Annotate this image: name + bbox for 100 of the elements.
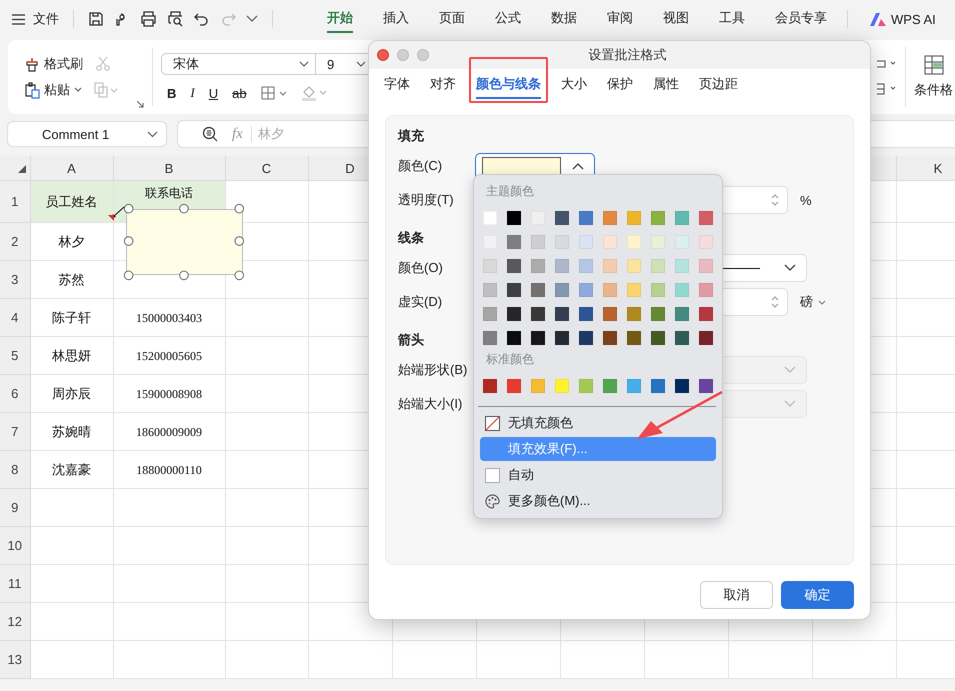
color-swatch[interactable] [675, 259, 689, 273]
color-swatch[interactable] [651, 235, 665, 249]
stepper-icon[interactable] [771, 192, 779, 208]
menu-item[interactable]: 自动 [480, 463, 716, 487]
color-swatch[interactable] [675, 379, 689, 393]
color-swatch[interactable] [579, 259, 593, 273]
unit-dropdown[interactable]: 磅 [800, 293, 826, 311]
color-swatch[interactable] [699, 211, 713, 225]
color-swatch[interactable] [579, 379, 593, 393]
row-header[interactable]: 4 [0, 298, 30, 336]
ribbon-tab[interactable]: 公式 [495, 5, 521, 33]
print-preview-icon[interactable] [167, 11, 184, 27]
format-button[interactable]: ab [232, 86, 247, 100]
color-swatch[interactable] [507, 379, 521, 393]
resize-handle[interactable] [234, 204, 244, 214]
close-button[interactable] [377, 49, 389, 61]
color-swatch[interactable] [507, 331, 521, 345]
column-header[interactable]: A [30, 156, 113, 180]
color-swatch[interactable] [507, 283, 521, 297]
dialog-tab[interactable]: 对齐 [430, 75, 456, 99]
color-swatch[interactable] [507, 235, 521, 249]
caret-icon[interactable] [246, 15, 258, 23]
color-swatch[interactable] [627, 259, 641, 273]
ribbon-tab[interactable]: 插入 [383, 5, 409, 33]
color-swatch[interactable] [483, 283, 497, 297]
color-swatch[interactable] [651, 379, 665, 393]
menu-item[interactable]: 更多颜色(M)... [480, 489, 716, 513]
color-swatch[interactable] [627, 235, 641, 249]
color-swatch[interactable] [627, 211, 641, 225]
save-icon[interactable] [88, 11, 104, 27]
color-swatch[interactable] [651, 331, 665, 345]
row-header[interactable]: 10 [0, 526, 30, 564]
file-menu[interactable]: 文件 [33, 10, 59, 28]
color-swatch[interactable] [483, 307, 497, 321]
color-swatch[interactable] [627, 331, 641, 345]
color-swatch[interactable] [603, 235, 617, 249]
font-name-dropdown[interactable]: 宋体 [161, 53, 316, 75]
color-swatch[interactable] [699, 283, 713, 297]
ribbon-tab[interactable]: 工具 [719, 5, 745, 33]
resize-handle[interactable] [179, 270, 189, 280]
color-swatch[interactable] [603, 283, 617, 297]
color-swatch[interactable] [483, 379, 497, 393]
color-swatch[interactable] [579, 331, 593, 345]
row-header[interactable]: 1 [0, 180, 30, 222]
format-button[interactable]: I [190, 85, 195, 101]
dialog-tab[interactable]: 字体 [384, 75, 410, 99]
color-swatch[interactable] [531, 259, 545, 273]
redo-icon[interactable] [220, 11, 236, 27]
undo-icon[interactable] [194, 11, 210, 27]
ribbon-tab[interactable]: 页面 [439, 5, 465, 33]
cancel-button[interactable]: 取消 [700, 581, 773, 609]
color-swatch[interactable] [603, 307, 617, 321]
color-swatch[interactable] [555, 307, 569, 321]
color-swatch[interactable] [531, 331, 545, 345]
borders-icon[interactable] [260, 86, 287, 100]
row-header[interactable]: 9 [0, 488, 30, 526]
row-header[interactable]: 2 [0, 222, 30, 260]
menu-icon[interactable] [12, 14, 25, 24]
color-swatch[interactable] [699, 307, 713, 321]
dialog-launcher-icon[interactable] [137, 101, 144, 108]
color-swatch[interactable] [651, 307, 665, 321]
color-swatch[interactable] [531, 307, 545, 321]
color-swatch[interactable] [675, 307, 689, 321]
color-swatch[interactable] [555, 379, 569, 393]
column-header[interactable]: B [113, 156, 225, 180]
color-swatch[interactable] [531, 283, 545, 297]
resize-handle[interactable] [234, 236, 244, 246]
paste-button[interactable]: 粘贴 [24, 81, 82, 99]
row-header[interactable]: 5 [0, 336, 30, 374]
resize-handle[interactable] [179, 204, 189, 214]
color-swatch[interactable] [603, 259, 617, 273]
row-header[interactable]: 11 [0, 564, 30, 602]
color-swatch[interactable] [579, 307, 593, 321]
ribbon-tab[interactable]: 视图 [663, 5, 689, 33]
row-header[interactable]: 13 [0, 640, 30, 678]
dialog-tab[interactable]: 属性 [653, 75, 679, 99]
color-swatch[interactable] [483, 331, 497, 345]
ok-button[interactable]: 确定 [781, 581, 854, 609]
color-swatch[interactable] [483, 259, 497, 273]
color-swatch[interactable] [579, 283, 593, 297]
color-swatch[interactable] [627, 379, 641, 393]
color-swatch[interactable] [651, 211, 665, 225]
ribbon-tab[interactable]: 数据 [551, 5, 577, 33]
color-swatch[interactable] [651, 283, 665, 297]
dialog-tab[interactable]: 页边距 [699, 75, 738, 99]
resize-handle[interactable] [124, 270, 134, 280]
row-header[interactable]: 6 [0, 374, 30, 412]
color-swatch[interactable] [555, 283, 569, 297]
color-swatch[interactable] [699, 235, 713, 249]
resize-handle[interactable] [124, 236, 134, 246]
print-icon[interactable] [140, 11, 157, 27]
color-swatch[interactable] [699, 259, 713, 273]
color-swatch[interactable] [699, 331, 713, 345]
color-swatch[interactable] [627, 307, 641, 321]
menu-item[interactable]: 无填充颜色 [480, 411, 716, 435]
color-swatch[interactable] [483, 211, 497, 225]
row-header[interactable]: 7 [0, 412, 30, 450]
fill-color-icon[interactable] [300, 85, 327, 101]
color-swatch[interactable] [603, 211, 617, 225]
color-swatch[interactable] [675, 211, 689, 225]
